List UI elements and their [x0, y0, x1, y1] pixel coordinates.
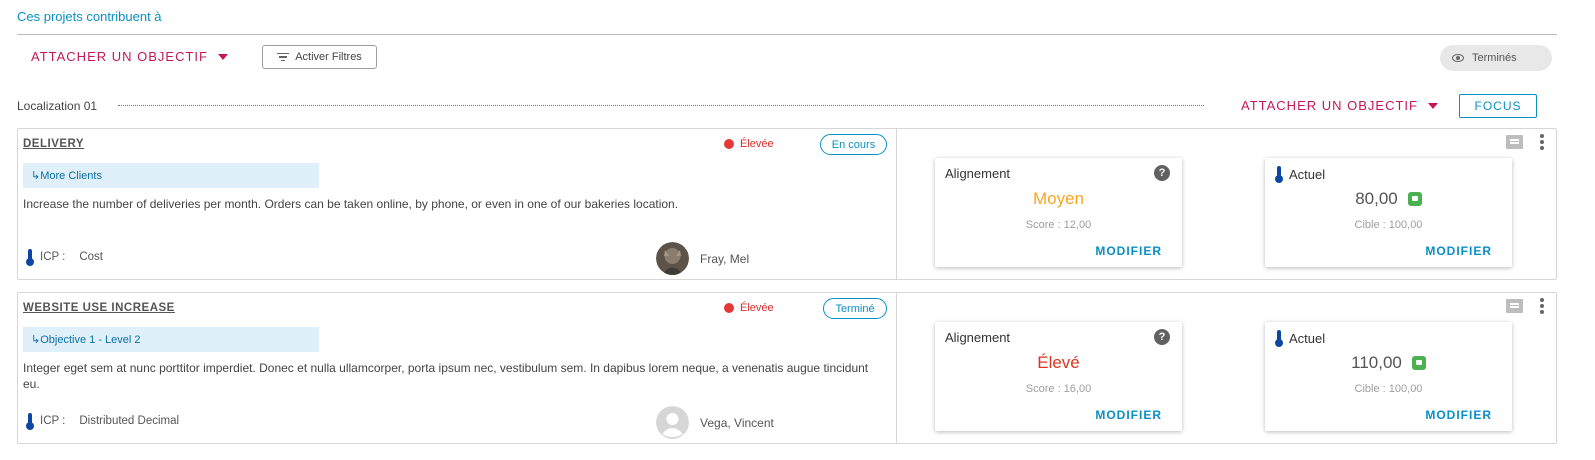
priority-indicator: Élevée — [724, 138, 774, 150]
help-icon[interactable]: ? — [1154, 329, 1170, 345]
attach-objective-button[interactable]: ATTACHER UN OBJECTIF — [31, 49, 228, 64]
thermometer-icon — [26, 413, 34, 430]
modify-actual-button[interactable]: MODIFIER — [1425, 244, 1492, 258]
actual-title-row: Actuel — [1275, 330, 1326, 347]
alignment-box: Alignement ? Élevé Score : 16,00 MODIFIE… — [935, 322, 1182, 431]
priority-dot-icon — [724, 139, 734, 149]
comment-icon[interactable] — [1506, 299, 1523, 313]
page-title[interactable]: Ces projets contribuent à — [17, 9, 162, 24]
owner-name: Fray, Mel — [700, 251, 750, 266]
modify-alignment-button[interactable]: MODIFIER — [1095, 244, 1162, 258]
project-info: WEBSITE USE INCREASE Élevée Terminé ↳Obj… — [18, 293, 897, 443]
alignment-box: Alignement ? Moyen Score : 12,00 MODIFIE… — [935, 158, 1182, 267]
owner: Vega, Vincent — [656, 406, 774, 439]
caret-down-icon — [1427, 102, 1438, 109]
alignment-title: Alignement — [945, 330, 1011, 345]
thermometer-icon — [1275, 166, 1283, 183]
actual-title: Actuel — [1289, 166, 1326, 182]
project-metrics: Alignement ? Moyen Score : 12,00 MODIFIE… — [898, 129, 1556, 279]
group-label: Localization 01 — [17, 99, 98, 113]
thermometer-icon — [1275, 330, 1283, 347]
actual-box: Actuel 80,00 Cible : 100,00 MODIFIER — [1265, 158, 1512, 267]
divider — [17, 34, 1557, 35]
actual-value-row: 80,00 — [1265, 189, 1512, 209]
objective-link[interactable]: ↳More Clients — [23, 163, 319, 188]
alignment-score: Score : 16,00 — [1025, 383, 1092, 395]
modify-alignment-button[interactable]: MODIFIER — [1095, 408, 1162, 422]
project-description: Integer eget sem at nunc porttitor imper… — [23, 361, 869, 391]
project-title[interactable]: DELIVERY — [23, 138, 84, 150]
status-badge: En cours — [820, 134, 887, 155]
activate-filters-label: Activer Filtres — [295, 51, 362, 63]
actual-value: 80,00 — [1355, 189, 1398, 208]
caret-down-icon — [217, 53, 228, 60]
comment-icon[interactable] — [1506, 135, 1523, 149]
priority-dot-icon — [724, 303, 734, 313]
group-attach-objective-label: ATTACHER UN OBJECTIF — [1241, 98, 1418, 113]
avatar — [656, 406, 689, 439]
owner: Fray, Mel — [656, 242, 749, 275]
thumbs-up-icon — [1411, 356, 1426, 370]
icp-value: Distributed Decimal — [79, 415, 180, 427]
status-badge: Terminé — [823, 298, 887, 319]
alignment-value: Élevé — [1037, 353, 1080, 372]
icp-label: ICP : — [40, 251, 66, 263]
alignment-score: Score : 12,00 — [1025, 219, 1092, 231]
actual-box: Actuel 110,00 Cible : 100,00 MODIFIER — [1265, 322, 1512, 431]
show-completed-label: Terminés — [1472, 52, 1517, 64]
actual-value-row: 110,00 — [1265, 353, 1512, 373]
actual-title-row: Actuel — [1275, 166, 1326, 183]
focus-button[interactable]: FOCUS — [1459, 94, 1537, 118]
help-icon[interactable]: ? — [1154, 165, 1170, 181]
icp-field: ICP : Distributed Decimal — [26, 413, 180, 430]
alignment-title: Alignement — [945, 166, 1011, 181]
more-vert-icon[interactable] — [1540, 298, 1544, 314]
objective-link[interactable]: ↳Objective 1 - Level 2 — [23, 327, 319, 352]
project-metrics: Alignement ? Élevé Score : 16,00 MODIFIE… — [898, 293, 1556, 443]
filter-icon — [277, 52, 290, 62]
attach-objective-label: ATTACHER UN OBJECTIF — [31, 49, 208, 64]
thermometer-icon — [26, 249, 34, 266]
actual-title: Actuel — [1289, 330, 1326, 346]
icp-value: Cost — [79, 251, 104, 263]
thumbs-up-icon — [1407, 192, 1422, 206]
show-completed-toggle[interactable]: Terminés — [1440, 45, 1552, 71]
project-card: DELIVERY Élevée En cours ↳More Clients I… — [17, 128, 1557, 280]
project-info: DELIVERY Élevée En cours ↳More Clients I… — [18, 129, 897, 279]
group-attach-objective-button[interactable]: ATTACHER UN OBJECTIF — [1241, 98, 1438, 113]
dotted-divider — [118, 105, 1204, 106]
alignment-value: Moyen — [1032, 189, 1085, 208]
owner-name: Vega, Vincent — [700, 415, 774, 430]
project-card: WEBSITE USE INCREASE Élevée Terminé ↳Obj… — [17, 292, 1557, 444]
target-value: Cible : 100,00 — [1354, 383, 1423, 395]
actual-value: 110,00 — [1351, 353, 1402, 372]
avatar — [656, 242, 689, 275]
project-description: Increase the number of deliveries per mo… — [23, 197, 679, 211]
priority-label: Élevée — [740, 138, 774, 150]
modify-actual-button[interactable]: MODIFIER — [1425, 408, 1492, 422]
priority-label: Élevée — [740, 302, 774, 314]
activate-filters-button[interactable]: Activer Filtres — [262, 45, 377, 69]
more-vert-icon[interactable] — [1540, 134, 1544, 150]
priority-indicator: Élevée — [724, 302, 774, 314]
project-title[interactable]: WEBSITE USE INCREASE — [23, 302, 175, 314]
icp-label: ICP : — [40, 415, 66, 427]
icp-field: ICP : Cost — [26, 249, 104, 266]
target-value: Cible : 100,00 — [1354, 219, 1423, 231]
eye-icon — [1452, 54, 1464, 62]
